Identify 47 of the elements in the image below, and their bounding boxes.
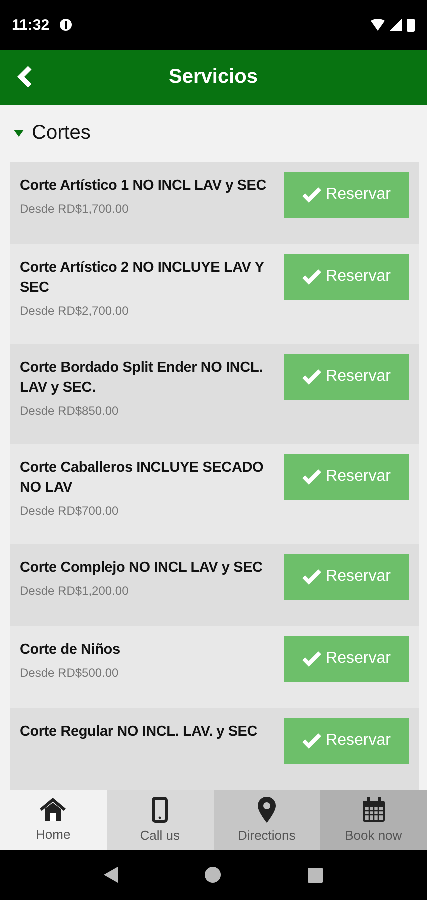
back-nav-icon[interactable] (104, 867, 118, 883)
check-icon (302, 187, 322, 203)
back-icon[interactable] (16, 66, 34, 88)
nav-tab[interactable]: Book now (320, 790, 427, 850)
nav-tab[interactable]: Directions (214, 790, 320, 850)
notification-icon (58, 18, 73, 32)
reserve-button[interactable]: Reservar (284, 172, 409, 218)
service-name: Corte de Niños (20, 641, 122, 660)
check-icon (302, 651, 322, 667)
nav-tab[interactable]: Home (0, 790, 107, 850)
section-title[interactable]: Cortes (32, 122, 91, 145)
battery-icon (407, 18, 415, 32)
reserve-button[interactable]: Reservar (284, 254, 409, 300)
signal-icon (390, 19, 402, 31)
reserve-button[interactable]: Reservar (284, 554, 409, 600)
service-price: Desde RD$1,200.00 (20, 584, 130, 598)
caret-icon[interactable] (14, 130, 24, 138)
service-name: Corte Bordado Split Ender NO INCL. LAV y SEC. (20, 359, 264, 398)
reserve-button[interactable]: Reservar (284, 454, 409, 500)
service-price: Desde RD$850.00 (20, 404, 120, 418)
recents-nav-icon[interactable] (308, 868, 324, 882)
service-price: Desde RD$1,700.00 (20, 202, 130, 216)
service-price: Desde RD$700.00 (20, 504, 120, 518)
check-icon (302, 569, 322, 585)
calendar-icon (362, 797, 386, 823)
header-title: Servicios (169, 66, 258, 89)
service-price: Desde RD$2,700.00 (20, 304, 130, 318)
home-icon (40, 798, 66, 822)
check-icon (302, 369, 322, 385)
service-name: Corte Caballeros INCLUYE SECADO NO LAV (20, 459, 265, 498)
reserve-button[interactable]: Reservar (284, 354, 409, 400)
service-name: Corte Complejo NO INCL LAV y SEC (20, 559, 264, 578)
check-icon (302, 269, 322, 285)
check-icon (302, 469, 322, 485)
service-price: Desde RD$500.00 (20, 666, 120, 680)
check-icon (302, 733, 322, 749)
service-name: Corte Artístico 2 NO INCLUYE LAV Y SEC (20, 259, 266, 298)
pin-icon (258, 797, 276, 823)
nav-tab[interactable]: Call us (106, 790, 214, 850)
home-nav-icon[interactable] (204, 867, 221, 883)
wifi-icon (371, 19, 385, 31)
phone-icon (152, 797, 168, 823)
reserve-button[interactable]: Reservar (284, 718, 409, 764)
service-name: Corte Artístico 1 NO INCL LAV y SEC (20, 177, 268, 196)
status-time: 11:32 (12, 16, 50, 34)
service-name: Corte Regular NO INCL. LAV. y SEC (20, 723, 259, 742)
reserve-button[interactable]: Reservar (284, 636, 409, 682)
